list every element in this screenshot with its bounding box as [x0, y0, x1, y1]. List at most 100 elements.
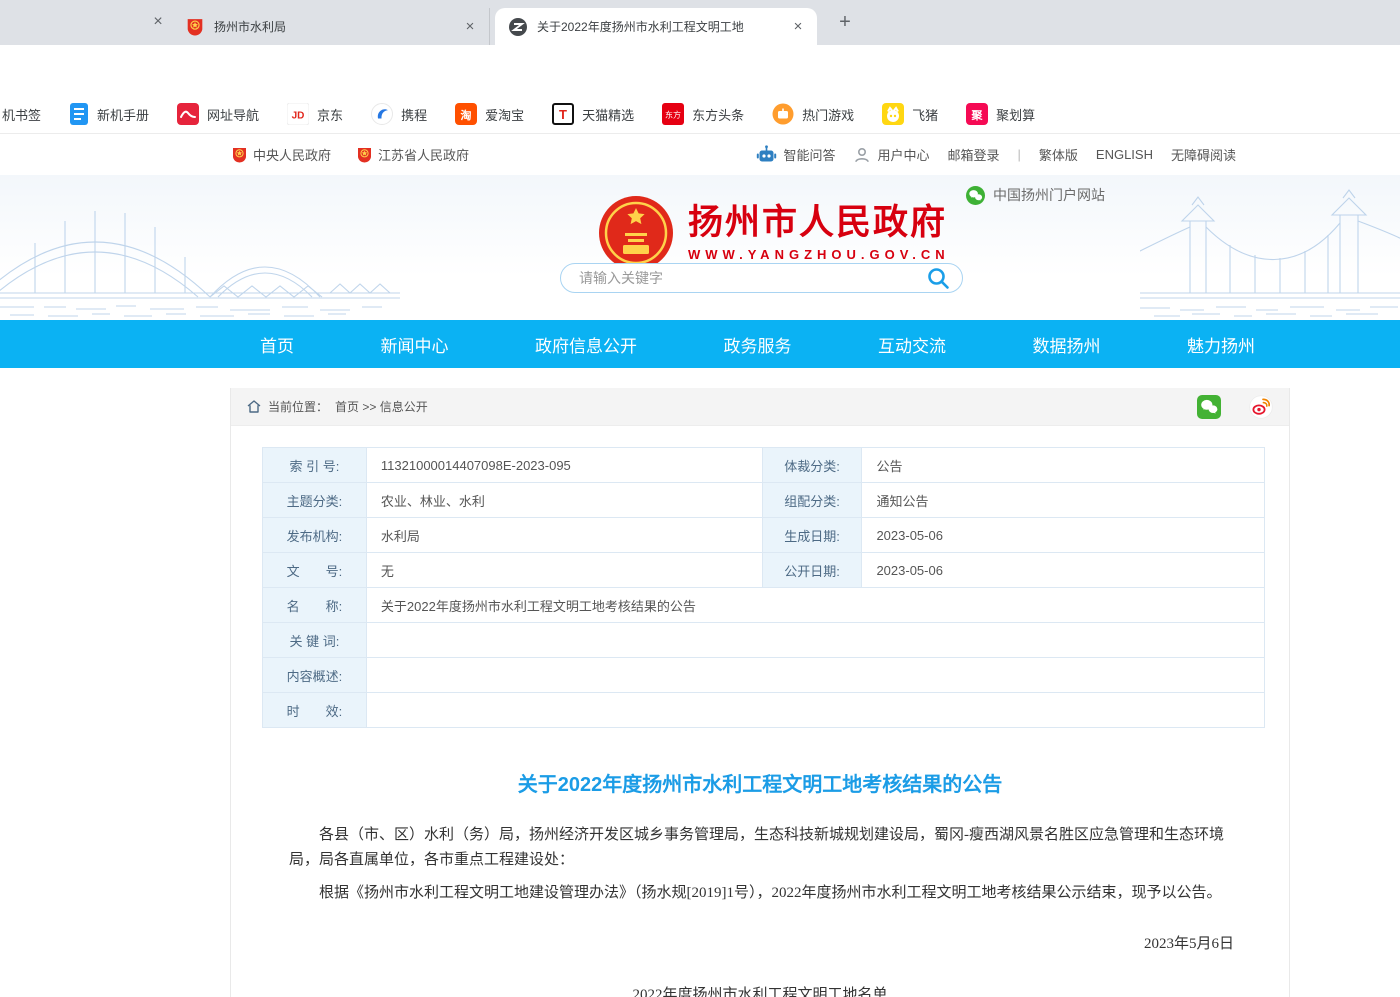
meta-label-cell: 主题分类: — [263, 483, 367, 518]
site-favicon — [509, 18, 527, 36]
games-icon — [772, 103, 794, 125]
bookmark-phone-bookmarks[interactable]: 机书签 — [2, 105, 41, 124]
bookmark-label: 携程 — [401, 105, 427, 124]
gov-emblem-icon — [357, 147, 372, 163]
article-list-title: 2022年度扬州市水利工程文明工地名单 — [231, 983, 1289, 997]
bookmark-new-phone-manual[interactable]: 新机手册 — [69, 103, 149, 125]
bookmark-label: 机书签 — [2, 105, 41, 124]
nav-item-interaction[interactable]: 互动交流 — [878, 332, 946, 357]
table-row: 关 键 词: — [263, 623, 1265, 658]
site-logo[interactable]: 扬州市人民政府 WWW.YANGZHOU.GOV.CN — [598, 195, 950, 271]
meta-label-cell: 索 引 号: — [263, 448, 367, 483]
link-smart-qa[interactable]: 智能问答 — [756, 145, 835, 164]
bookmark-tmall[interactable]: T 天猫精选 — [552, 103, 634, 125]
bookmark-aitaobao[interactable]: 淘 爱淘宝 — [455, 103, 524, 125]
site-url: WWW.YANGZHOU.GOV.CN — [688, 247, 950, 262]
close-icon[interactable]: × — [461, 18, 479, 36]
link-label: 邮箱登录 — [947, 145, 999, 164]
meta-label-cell: 生成日期: — [762, 518, 862, 553]
link-central-gov[interactable]: 中央人民政府 — [232, 145, 331, 164]
close-icon[interactable]: × — [789, 18, 807, 36]
link-label: 江苏省人民政府 — [378, 145, 469, 164]
svg-text:东方: 东方 — [665, 110, 681, 120]
weibo-share-icon[interactable] — [1249, 395, 1273, 419]
nav-item-news[interactable]: 新闻中心 — [381, 332, 449, 357]
meta-value-cell: 农业、林业、水利 — [366, 483, 762, 518]
dongfang-icon: 东方 — [662, 103, 684, 125]
nav-item-services[interactable]: 政务服务 — [724, 332, 792, 357]
browser-tab-strip: × 扬州市水利局 × 关于2022年度扬州市水利工程文明工地 × + — [0, 0, 1400, 45]
jd-icon: JD — [287, 103, 309, 125]
bookmark-ctrip[interactable]: 携程 — [371, 103, 427, 125]
tab-title: 扬州市水利局 — [214, 18, 451, 35]
meta-value-cell: 2023-05-06 — [862, 518, 1265, 553]
nav-item-home[interactable]: 首页 — [260, 332, 294, 357]
search-button[interactable] — [926, 266, 950, 290]
meta-label-cell: 内容概述: — [263, 658, 367, 693]
bookmark-label: 爱淘宝 — [485, 105, 524, 124]
bookmark-label: 新机手册 — [97, 105, 149, 124]
link-traditional[interactable]: 繁体版 — [1039, 145, 1078, 164]
divider: | — [1018, 147, 1021, 162]
meta-value-cell: 无 — [366, 553, 762, 588]
link-english[interactable]: ENGLISH — [1096, 147, 1153, 162]
nav-item-info-disclosure[interactable]: 政府信息公开 — [535, 332, 637, 357]
article-title: 关于2022年度扬州市水利工程文明工地考核结果的公告 — [231, 768, 1289, 797]
link-user-center[interactable]: 用户中心 — [853, 145, 929, 164]
portal-label: 中国扬州门户网站 — [993, 185, 1105, 205]
nav-item-charm[interactable]: 魅力扬州 — [1187, 332, 1255, 357]
new-tab-button[interactable]: + — [832, 10, 858, 36]
bookmark-jd[interactable]: JD 京东 — [287, 103, 343, 125]
metadata-table: 索 引 号: 11321000014407098E-2023-095 体裁分类:… — [262, 447, 1265, 728]
bookmark-juhuasuan[interactable]: 聚 聚划算 — [966, 103, 1035, 125]
bookmark-url-nav[interactable]: 网址导航 — [177, 103, 259, 125]
bookmark-hot-games[interactable]: 热门游戏 — [772, 103, 854, 125]
meta-label-cell: 组配分类: — [762, 483, 862, 518]
link-accessibility[interactable]: 无障碍阅读 — [1171, 145, 1236, 164]
meta-value-cell: 11321000014407098E-2023-095 — [366, 448, 762, 483]
link-label: ENGLISH — [1096, 147, 1153, 162]
bookmark-label: 京东 — [317, 105, 343, 124]
portal-badge[interactable]: 中国扬州门户网站 — [966, 185, 1105, 205]
meta-value-cell — [366, 693, 1264, 728]
link-mail-login[interactable]: 邮箱登录 — [947, 145, 999, 164]
tab-title: 关于2022年度扬州市水利工程文明工地 — [537, 18, 779, 35]
search-input[interactable] — [577, 269, 926, 287]
svg-text:聚: 聚 — [971, 109, 984, 122]
meta-value-cell: 公告 — [862, 448, 1265, 483]
browser-toolbar: 不安全 yangzhou.gov.cn/yzszxxgk/slj/202305/… — [0, 45, 1400, 95]
breadcrumb-path[interactable]: 首页 >> 信息公开 — [335, 398, 428, 415]
link-label: 中央人民政府 — [253, 145, 331, 164]
browser-tab-shuiliju[interactable]: 扬州市水利局 × — [172, 8, 490, 45]
gov-emblem-favicon — [186, 18, 204, 36]
browser-window: × 扬州市水利局 × 关于2022年度扬州市水利工程文明工地 × + 不安全 y… — [0, 0, 1400, 997]
main-nav: 首页 新闻中心 政府信息公开 政务服务 互动交流 数据扬州 魅力扬州 — [0, 320, 1400, 368]
breadcrumb-label: 当前位置： — [268, 398, 328, 415]
bookmarks-bar: 机书签 新机手册 网址导航 JD 京东 携程 淘 爱淘宝 T 天猫精选 东方 东… — [0, 95, 1400, 134]
bookmark-label: 飞猪 — [912, 105, 938, 124]
meta-value-cell: 通知公告 — [862, 483, 1265, 518]
meta-label-cell: 名 称: — [263, 588, 367, 623]
content-card: 当前位置： 首页 >> 信息公开 索 引 号: 1132100001440709… — [230, 388, 1290, 997]
table-row: 主题分类: 农业、林业、水利 组配分类: 通知公告 — [263, 483, 1265, 518]
wechat-share-icon[interactable] — [1197, 395, 1221, 419]
gov-emblem-icon — [232, 147, 247, 163]
close-icon[interactable]: × — [148, 12, 168, 32]
bookmark-dongfang-toutiao[interactable]: 东方 东方头条 — [662, 103, 744, 125]
browser-tab-active[interactable]: 关于2022年度扬州市水利工程文明工地 × — [495, 8, 817, 45]
meta-label-cell: 关 键 词: — [263, 623, 367, 658]
nav-item-data[interactable]: 数据扬州 — [1033, 332, 1101, 357]
manual-icon — [69, 103, 89, 125]
site-header: 扬州市人民政府 WWW.YANGZHOU.GOV.CN 中国扬州门户网站 — [0, 175, 1400, 320]
tmall-icon: T — [552, 103, 574, 125]
breadcrumb-bar: 当前位置： 首页 >> 信息公开 — [231, 388, 1289, 426]
link-jiangsu-gov[interactable]: 江苏省人民政府 — [357, 145, 469, 164]
fliggy-pig-icon — [882, 103, 904, 125]
svg-text:T: T — [559, 107, 567, 122]
meta-label-cell: 时 效: — [263, 693, 367, 728]
link-label: 无障碍阅读 — [1171, 145, 1236, 164]
article: 关于2022年度扬州市水利工程文明工地考核结果的公告 各县（市、区）水利（务）局… — [231, 768, 1289, 997]
bookmark-fliggy[interactable]: 飞猪 — [882, 103, 938, 125]
bridge-artwork-left — [0, 175, 560, 320]
bookmark-label: 网址导航 — [207, 105, 259, 124]
